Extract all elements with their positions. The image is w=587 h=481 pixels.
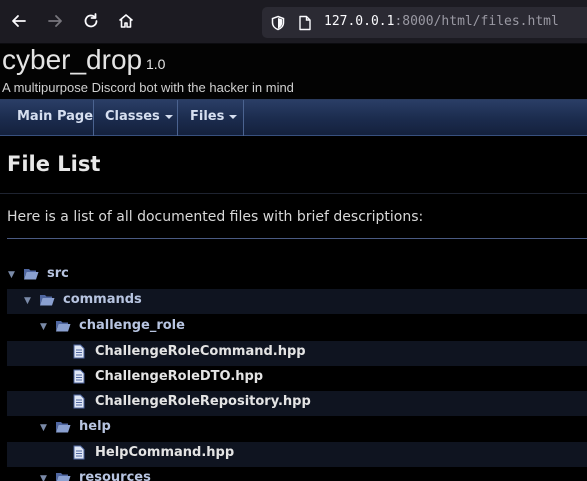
url-path: :8000/html/files.html (394, 14, 559, 29)
main-nav: Main Page Classes Files (0, 100, 587, 136)
project-brief: A multipurpose Discord bot with the hack… (2, 80, 294, 95)
tree-row: ▼ src (7, 263, 587, 288)
folder-open-icon (56, 321, 71, 332)
tree-row: ▼ challenge_role (7, 315, 587, 340)
tree-row: ▼ commands (7, 289, 587, 314)
file-icon (73, 394, 85, 409)
tree-row: ChallengeRoleRepository.hpp (7, 391, 587, 416)
forward-arrow-icon (48, 15, 62, 27)
tab-main-page-label: Main Page (17, 109, 94, 124)
back-arrow-icon (12, 15, 26, 27)
page-title: File List (7, 152, 101, 176)
folder-open-icon (56, 473, 71, 481)
expand-arrow-icon[interactable]: ▼ (40, 322, 47, 332)
divider (7, 238, 587, 239)
tree-row: ChallengeRoleDTO.hpp (7, 366, 587, 391)
tree-link[interactable]: ChallengeRoleDTO.hpp (95, 369, 263, 384)
forward-button[interactable] (44, 10, 66, 32)
page-info-icon[interactable] (298, 15, 312, 35)
tree-link[interactable]: ChallengeRoleCommand.hpp (95, 344, 306, 359)
page-intro: Here is a list of all documented files w… (7, 209, 424, 225)
expand-arrow-icon[interactable]: ▼ (40, 474, 47, 481)
url-text[interactable]: 127.0.0.1:8000/html/files.html (324, 14, 559, 29)
project-number: 1.0 (146, 56, 166, 72)
expand-arrow-icon[interactable]: ▼ (8, 270, 15, 280)
tree-row: ▼ resources (7, 467, 587, 481)
project-name: cyber_drop (2, 44, 143, 75)
tracking-shield-icon[interactable] (270, 15, 286, 35)
tree-link[interactable]: resources (79, 470, 151, 481)
tree-row: ChallengeRoleCommand.hpp (7, 341, 587, 366)
home-icon (118, 14, 134, 28)
tab-files[interactable]: Files (178, 100, 244, 136)
tree-link[interactable]: challenge_role (79, 318, 185, 333)
tree-link[interactable]: help (79, 419, 111, 434)
reload-icon (84, 13, 98, 28)
back-button[interactable] (8, 10, 30, 32)
file-icon (73, 344, 85, 359)
tab-files-label: Files (190, 109, 225, 124)
file-icon (73, 445, 85, 460)
reload-button[interactable] (80, 10, 102, 32)
divider (0, 193, 587, 194)
browser-toolbar: 127.0.0.1:8000/html/files.html (0, 0, 587, 44)
home-button[interactable] (115, 10, 137, 32)
tree-link[interactable]: commands (63, 292, 142, 307)
caret-down-icon (164, 114, 173, 119)
tab-classes-label: Classes (105, 109, 160, 124)
tree-link[interactable]: ChallengeRoleRepository.hpp (95, 394, 311, 409)
folder-open-icon (24, 269, 39, 280)
expand-arrow-icon[interactable]: ▼ (24, 296, 31, 306)
project-header: cyber_drop 1.0 A multipurpose Discord bo… (0, 44, 587, 100)
expand-arrow-icon[interactable]: ▼ (40, 423, 47, 433)
url-host: 127.0.0.1 (324, 14, 395, 29)
address-bar[interactable]: 127.0.0.1:8000/html/files.html (262, 7, 587, 38)
tree-link[interactable]: src (47, 266, 69, 281)
folder-open-icon (56, 422, 71, 433)
tab-classes[interactable]: Classes (94, 100, 178, 136)
tree-row: HelpCommand.hpp (7, 442, 587, 467)
tree-row: ▼ help (7, 416, 587, 441)
tab-main-page[interactable]: Main Page (0, 100, 94, 136)
caret-down-icon (229, 114, 238, 119)
tree-link[interactable]: HelpCommand.hpp (95, 445, 234, 460)
folder-open-icon (40, 295, 55, 306)
file-icon (73, 369, 85, 384)
